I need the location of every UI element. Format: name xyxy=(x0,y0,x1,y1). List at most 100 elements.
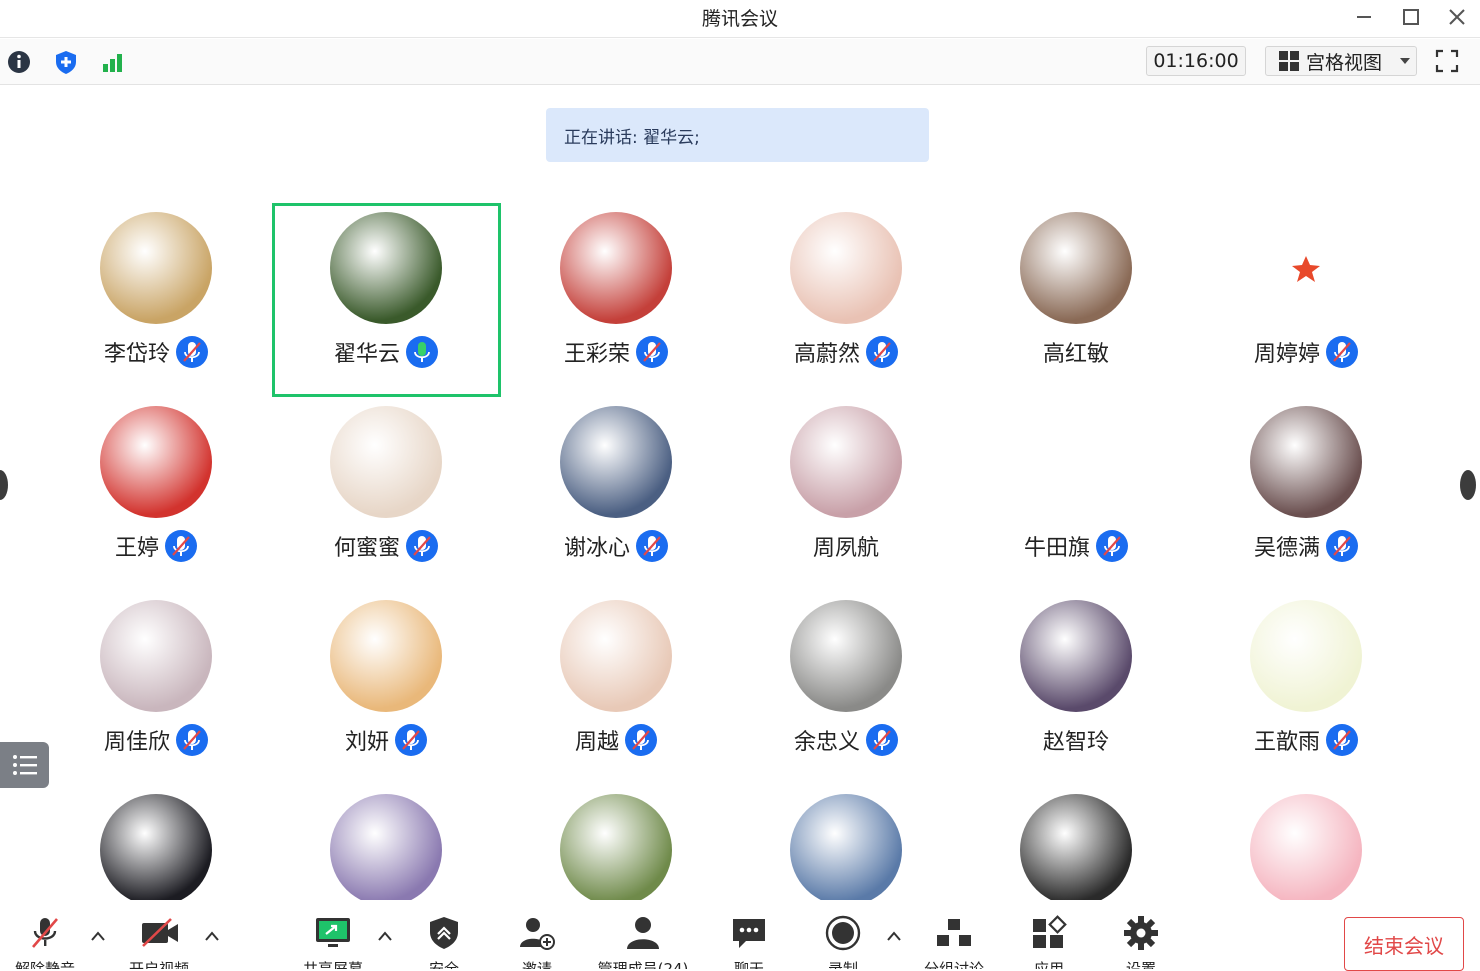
participant-tile[interactable]: 谢冰心 xyxy=(501,394,731,588)
participant-tile[interactable]: 周婷婷 xyxy=(1191,200,1420,394)
participant-tile[interactable]: 赵智玲 xyxy=(961,588,1191,782)
participant-name-row: 余忠义 xyxy=(731,724,961,756)
participant-tile[interactable]: 周佳欣 xyxy=(41,588,271,782)
share-screen-button[interactable]: 共享屏幕 xyxy=(278,913,388,969)
participant-name-row: 周佳欣 xyxy=(41,724,271,756)
members-icon xyxy=(623,913,663,953)
breakout-rooms-label: 分组讨论 xyxy=(923,960,984,969)
participant-tile[interactable] xyxy=(1191,782,1420,900)
participant-tile[interactable]: 牛田旗 xyxy=(961,394,1191,588)
participant-tile[interactable]: 高蔚然 xyxy=(731,200,961,394)
participant-tile[interactable]: 周越 xyxy=(501,588,731,782)
title-bar: 腾讯会议 xyxy=(0,0,1480,38)
mic-muted-icon xyxy=(1326,336,1358,368)
close-icon[interactable] xyxy=(1443,4,1471,30)
invite-button[interactable]: 邀请 xyxy=(482,913,592,969)
prev-page-arrow[interactable] xyxy=(0,470,8,500)
participant-tile[interactable]: 王歆雨 xyxy=(1191,588,1420,782)
bear-doll-avatar xyxy=(100,600,212,712)
active-speaker-frame xyxy=(272,203,501,397)
record-button[interactable]: 录制 xyxy=(788,913,898,969)
shield-icon[interactable] xyxy=(51,47,81,77)
participant-tile[interactable]: 余忠义 xyxy=(731,588,961,782)
child-photo-avatar xyxy=(330,406,442,518)
mic-muted-icon xyxy=(866,336,898,368)
participant-name: 刘妍 xyxy=(344,730,389,755)
start-video-button[interactable]: 开启视频 xyxy=(104,913,214,969)
mic-muted-icon xyxy=(165,530,197,562)
breakout-rooms-button[interactable]: 分组讨论 xyxy=(899,913,1009,969)
participant-tile[interactable]: 王婷 xyxy=(41,394,271,588)
participant-name: 李岱玲 xyxy=(103,342,170,367)
participant-name-row: 何蜜蜜 xyxy=(271,530,501,562)
pig-doll-avatar xyxy=(790,212,902,324)
record-icon xyxy=(823,913,863,953)
settings-label: 设置 xyxy=(1125,960,1156,969)
star-icon-avatar xyxy=(1250,212,1362,324)
unmute-label: 解除静音 xyxy=(14,960,75,969)
participant-name: 周越 xyxy=(574,730,619,755)
participant-tile[interactable]: 何蜜蜜 xyxy=(271,394,501,588)
flowers-avatar xyxy=(100,794,212,900)
video-options-caret[interactable] xyxy=(204,927,224,947)
unmute-button[interactable]: 解除静音 xyxy=(0,913,100,969)
participant-tile[interactable]: 高红敏 xyxy=(961,200,1191,394)
participant-name-row: 周越 xyxy=(501,724,731,756)
security-label: 安全 xyxy=(428,960,459,969)
invite-label: 邀请 xyxy=(521,960,552,969)
apps-icon xyxy=(1029,913,1069,953)
apps-label: 应用 xyxy=(1033,960,1064,969)
chat-icon xyxy=(729,913,769,953)
end-meeting-button[interactable]: 结束会议 xyxy=(1344,917,1464,971)
participant-tile[interactable]: 王彩荣 xyxy=(501,200,731,394)
meeting-toolbar: 01:16:00 宫格视图 xyxy=(0,39,1480,85)
settings-button[interactable]: 设置 xyxy=(1086,913,1196,969)
participant-tile[interactable] xyxy=(961,782,1191,900)
participant-tile[interactable] xyxy=(271,782,501,900)
participant-name: 高蔚然 xyxy=(793,342,860,367)
participant-name: 余忠义 xyxy=(793,730,860,755)
anime-cat-girl-avatar xyxy=(1020,600,1132,712)
participant-name-row: 高红敏 xyxy=(961,336,1191,368)
cartoon-girl-avatar xyxy=(100,212,212,324)
participant-tile[interactable]: 刘妍 xyxy=(271,588,501,782)
participant-tile[interactable] xyxy=(731,782,961,900)
fullscreen-icon[interactable] xyxy=(1432,46,1464,76)
participant-tile[interactable]: 李岱玲 xyxy=(41,200,271,394)
share-screen-label: 共享屏幕 xyxy=(302,960,363,969)
toddler-photo-avatar xyxy=(330,600,442,712)
participant-name-row: 周婷婷 xyxy=(1191,336,1420,368)
participant-name-row: 李岱玲 xyxy=(41,336,271,368)
participant-name-row: 高蔚然 xyxy=(731,336,961,368)
info-icon[interactable] xyxy=(4,47,34,77)
start-video-label: 开启视频 xyxy=(128,960,189,969)
breakout-icon xyxy=(934,913,974,953)
view-mode-dropdown[interactable]: 宫格视图 xyxy=(1265,46,1417,76)
meeting-timer: 01:16:00 xyxy=(1146,46,1246,76)
maximize-icon[interactable] xyxy=(1397,4,1425,30)
participant-name-row: 王歆雨 xyxy=(1191,724,1420,756)
landscape-avatar xyxy=(790,794,902,900)
participant-name: 周夙航 xyxy=(812,536,879,561)
cartoon-newyear-avatar xyxy=(560,212,672,324)
manage-members-button[interactable]: 管理成员(24) xyxy=(588,913,698,969)
mic-muted-icon xyxy=(625,724,657,756)
participant-name: 牛田旗 xyxy=(1023,536,1090,561)
mic-muted-icon xyxy=(1326,530,1358,562)
participant-name: 谢冰心 xyxy=(563,536,630,561)
snow-mountain-avatar xyxy=(560,406,672,518)
video-off-icon xyxy=(139,913,179,953)
participant-name: 赵智玲 xyxy=(1042,730,1109,755)
view-mode-label: 宫格视图 xyxy=(1306,51,1383,74)
member-list-toggle[interactable] xyxy=(0,742,49,788)
signal-icon[interactable] xyxy=(98,47,128,77)
participant-tile[interactable]: 周夙航 xyxy=(731,394,961,588)
mic-muted-icon xyxy=(176,336,208,368)
participant-tile[interactable]: 吴德满 xyxy=(1191,394,1420,588)
next-page-arrow[interactable] xyxy=(1460,470,1476,500)
list-icon xyxy=(12,755,37,775)
minimize-icon[interactable] xyxy=(1350,4,1378,30)
participant-tile[interactable] xyxy=(501,782,731,900)
record-label: 录制 xyxy=(827,960,858,969)
participant-tile[interactable] xyxy=(41,782,271,900)
